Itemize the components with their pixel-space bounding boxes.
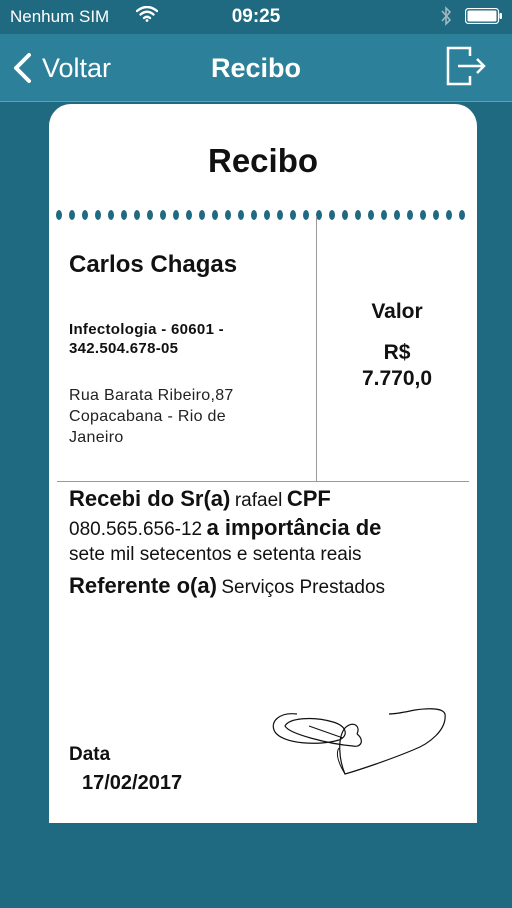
receipt-date: 17/02/2017 bbox=[82, 772, 183, 794]
provider-name: Carlos Chagas bbox=[69, 251, 238, 278]
cpf-line: 080.565.656-12 a importância de bbox=[69, 515, 469, 544]
battery-icon bbox=[465, 8, 502, 24]
referring-line: Referente o(a) Serviços Prestados bbox=[69, 573, 469, 602]
cpf-label: CPF bbox=[286, 486, 331, 511]
provider-cpf: 342.504.678-05 bbox=[69, 340, 179, 357]
nav-bar: Voltar Recibo bbox=[0, 34, 512, 102]
provider-specialty: Infectologia - 60601 - 342.504.678-05 bbox=[69, 320, 269, 358]
address-line: Rua Barata Ribeiro,87 bbox=[69, 387, 234, 404]
signature-image bbox=[272, 708, 446, 775]
amount: 7.770,0 bbox=[361, 367, 433, 390]
provider-address: Rua Barata Ribeiro,87 Copacabana - Rio d… bbox=[69, 385, 269, 448]
referring-label: Referente o(a) bbox=[69, 573, 217, 598]
logout-icon[interactable] bbox=[446, 46, 488, 86]
receipt-body: Recebi do Sr(a) rafael CPF 080.565.656-1… bbox=[69, 486, 469, 602]
address-line: Copacabana - Rio de bbox=[69, 408, 226, 425]
importance-label: a importância de bbox=[206, 515, 382, 540]
specialty-line: Infectologia - 60601 - bbox=[69, 321, 224, 338]
amount-in-words: sete mil setecentos e setenta reais bbox=[69, 544, 362, 565]
currency-symbol: R$ bbox=[383, 341, 411, 364]
address-line: Janeiro bbox=[69, 429, 124, 446]
bluetooth-icon bbox=[441, 6, 452, 26]
value-label: Valor bbox=[371, 300, 423, 323]
payer-name: rafael bbox=[234, 490, 283, 511]
nav-divider bbox=[0, 101, 512, 102]
value-amount: R$ 7.770,0 bbox=[317, 340, 477, 392]
chevron-left-icon bbox=[14, 53, 31, 83]
service-description: Serviços Prestados bbox=[221, 577, 386, 598]
date-label: Data bbox=[69, 744, 111, 765]
payer-cpf: 080.565.656-12 bbox=[69, 519, 203, 540]
amount-words-line: sete mil setecentos e setenta reais bbox=[69, 544, 469, 573]
received-line: Recebi do Sr(a) rafael CPF bbox=[69, 486, 469, 515]
horizontal-divider bbox=[57, 481, 469, 482]
received-from-label: Recebi do Sr(a) bbox=[69, 486, 231, 511]
perforation-dots bbox=[56, 210, 465, 220]
receipt-card: Recibo Carlos Chagas Infectologia - 6060… bbox=[49, 104, 477, 823]
back-button[interactable]: Voltar bbox=[12, 50, 111, 86]
receipt-title: Recibo bbox=[207, 142, 319, 179]
clock: 09:25 bbox=[231, 6, 281, 27]
back-label: Voltar bbox=[42, 52, 112, 83]
status-bar: Nenhum SIM 09:25 bbox=[0, 0, 512, 34]
